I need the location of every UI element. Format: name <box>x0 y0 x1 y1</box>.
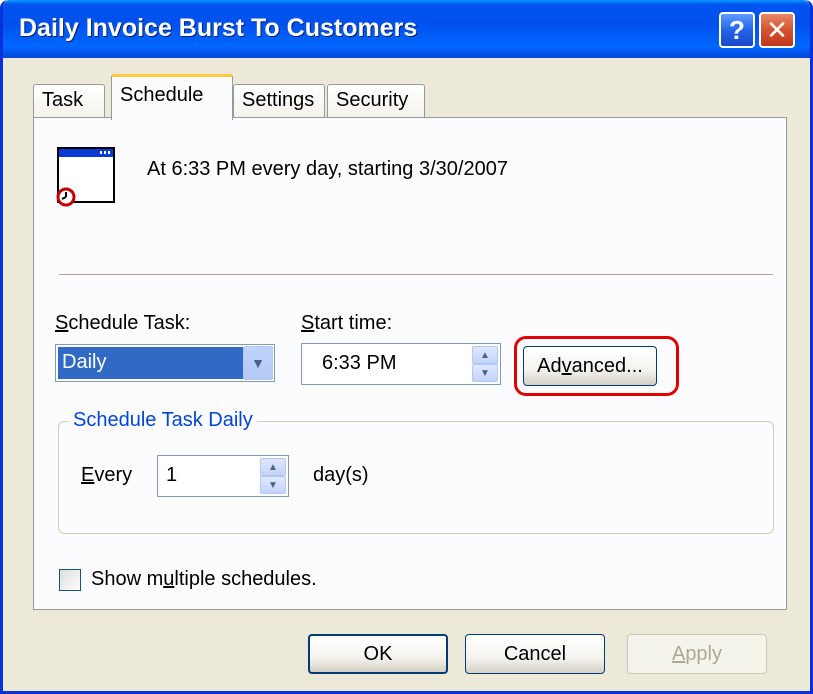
group-title: Schedule Task Daily <box>69 409 257 432</box>
show-multiple-schedules-checkbox[interactable] <box>59 569 81 591</box>
spin-up-icon[interactable]: ▲ <box>260 458 286 476</box>
every-days-spinner[interactable]: ▲ ▼ <box>260 458 286 494</box>
spin-down-icon[interactable]: ▼ <box>260 476 286 494</box>
schedule-task-select[interactable]: Daily ▼ <box>55 344 275 382</box>
dialog-window: Daily Invoice Burst To Customers ? ✕ Tas… <box>0 0 813 694</box>
every-days-input[interactable]: 1 ▲ ▼ <box>157 455 289 497</box>
help-button[interactable]: ? <box>719 12 755 48</box>
help-icon: ? <box>729 14 745 45</box>
window-title: Daily Invoice Burst To Customers <box>19 14 418 42</box>
days-unit-label: day(s) <box>313 464 369 486</box>
every-label: Every <box>81 464 133 486</box>
tab-security[interactable]: Security <box>327 84 425 118</box>
tab-settings[interactable]: Settings <box>233 84 325 118</box>
close-icon: ✕ <box>766 14 788 45</box>
schedule-task-label: Schedule Task: <box>55 312 191 334</box>
ok-button[interactable]: OK <box>308 634 448 674</box>
every-days-value: 1 <box>166 464 178 486</box>
schedule-task-value: Daily <box>58 347 244 379</box>
separator <box>59 274 773 276</box>
tab-schedule[interactable]: Schedule <box>111 74 233 120</box>
schedule-summary: At 6:33 PM every day, starting 3/30/2007 <box>147 158 508 180</box>
chevron-down-icon[interactable]: ▼ <box>243 346 273 380</box>
cancel-button[interactable]: Cancel <box>465 634 605 674</box>
start-time-input[interactable]: 6:33 PM ▲ ▼ <box>301 343 501 385</box>
advanced-button[interactable]: Ad v anced... <box>523 346 657 386</box>
schedule-task-daily-group: Schedule Task Daily Every 1 ▲ ▼ day(s) <box>58 409 774 534</box>
start-time-value: 6:33 PM <box>322 352 397 374</box>
title-bar[interactable]: Daily Invoice Burst To Customers ? ✕ <box>3 0 810 58</box>
spin-down-icon[interactable]: ▼ <box>472 364 498 382</box>
schedule-panel: At 6:33 PM every day, starting 3/30/2007… <box>33 117 787 610</box>
show-multiple-schedules-label[interactable]: Show multiple schedules. <box>91 568 317 591</box>
apply-button[interactable]: Apply <box>627 634 767 674</box>
start-time-spinner[interactable]: ▲ ▼ <box>472 346 498 382</box>
close-button[interactable]: ✕ <box>759 12 795 48</box>
spin-up-icon[interactable]: ▲ <box>472 346 498 364</box>
scheduled-task-icon <box>56 147 115 207</box>
start-time-label: Start time: <box>301 312 393 334</box>
tab-task[interactable]: Task <box>33 84 105 118</box>
